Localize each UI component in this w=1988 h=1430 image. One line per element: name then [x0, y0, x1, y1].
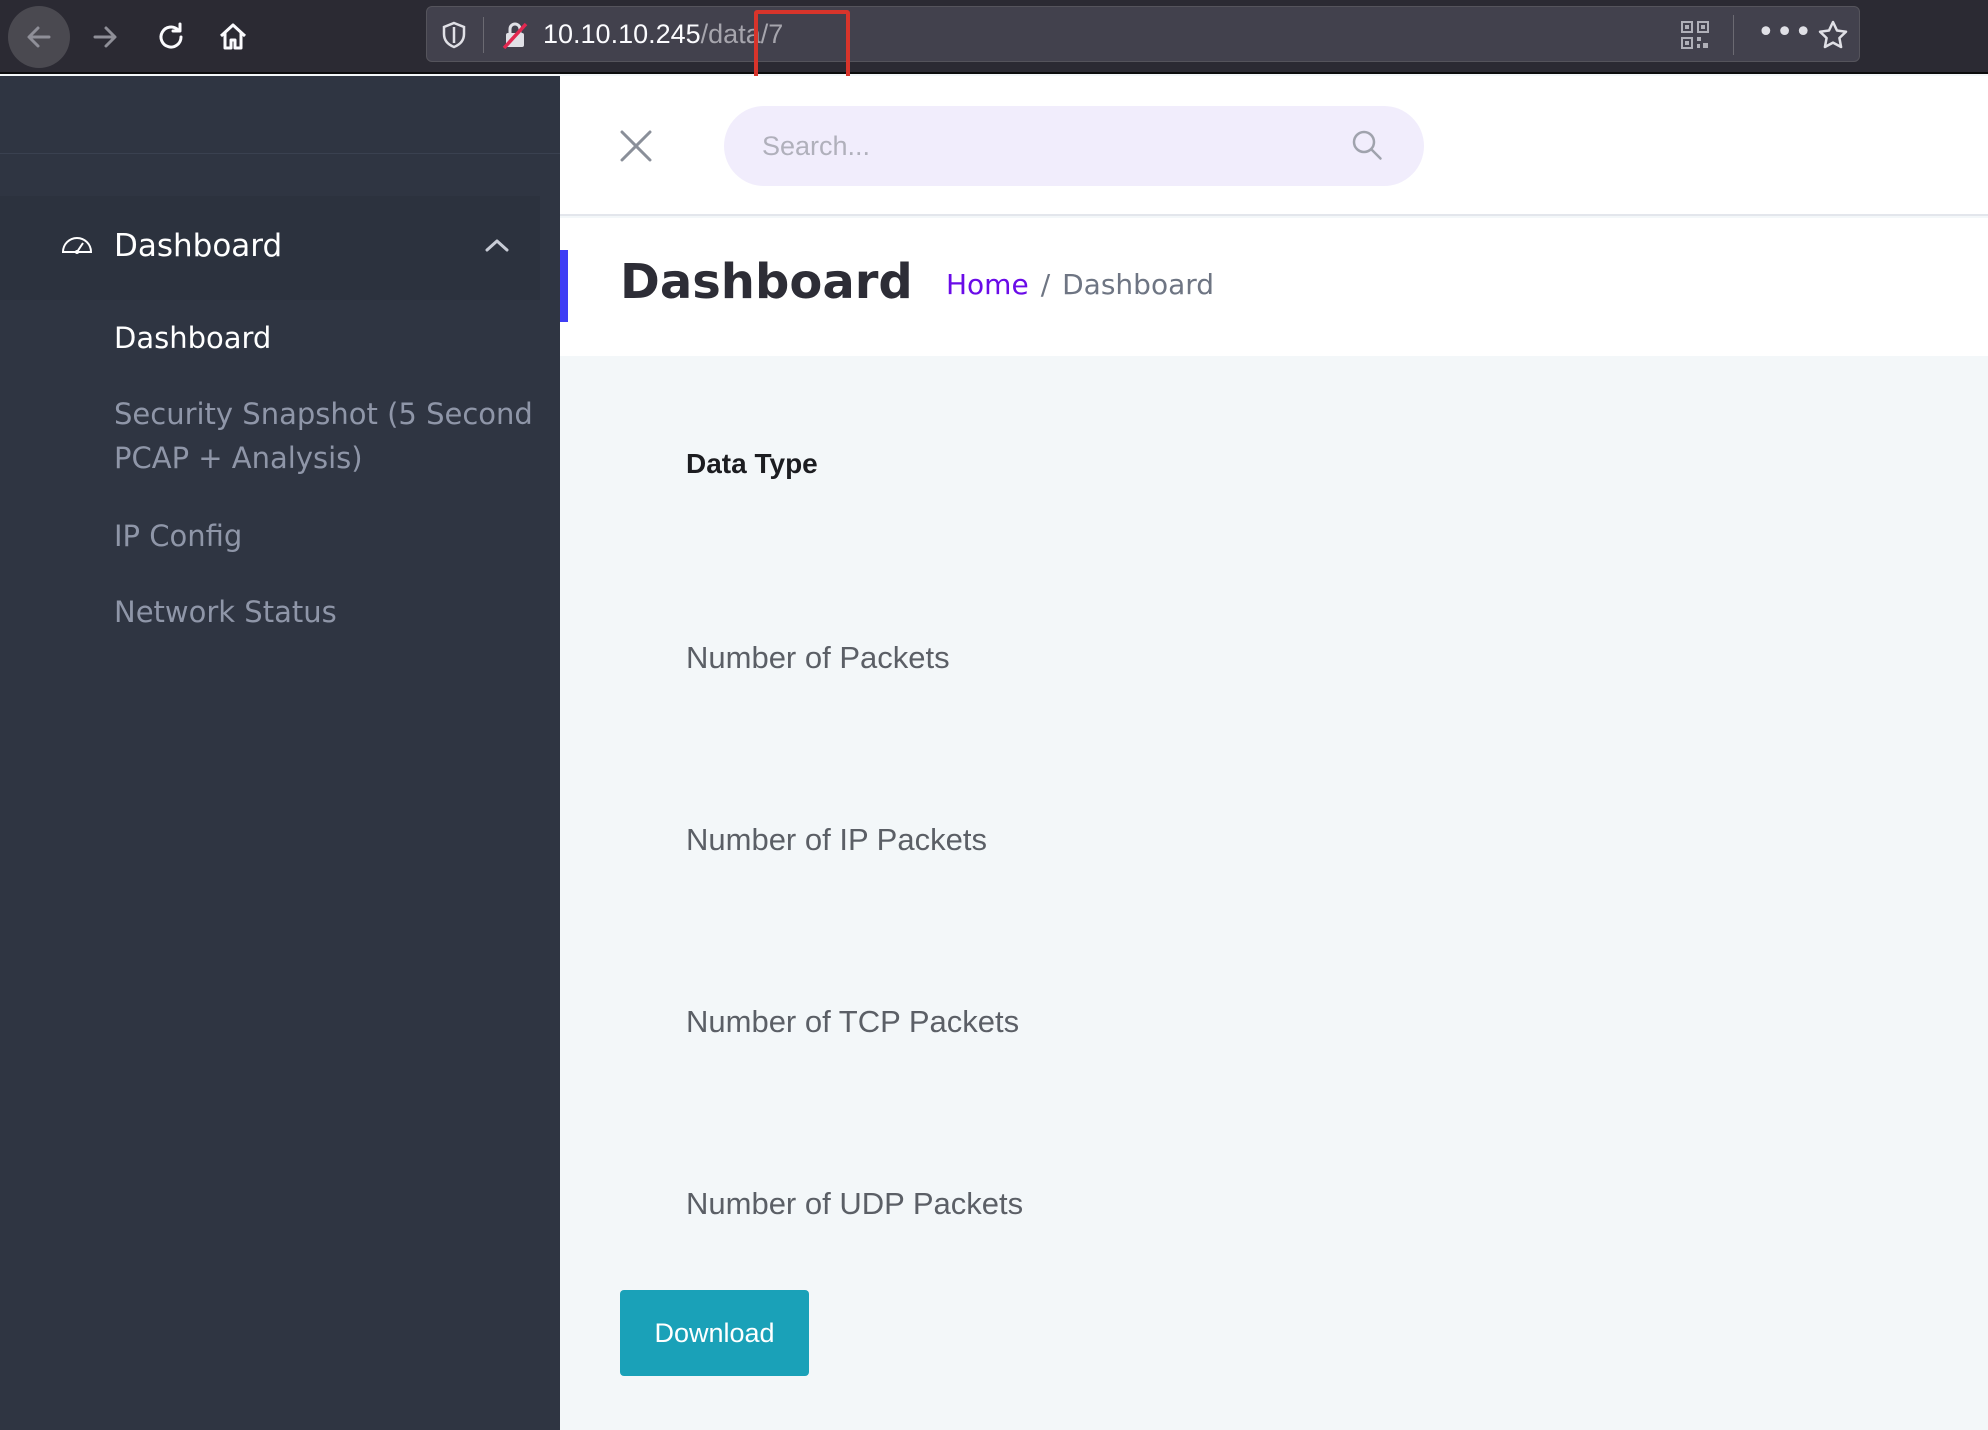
back-button[interactable]: [8, 6, 70, 68]
arrow-right-icon: [93, 26, 117, 48]
breadcrumb-home-link[interactable]: Home: [946, 268, 1029, 301]
home-icon: [219, 23, 247, 50]
url-host: 10.10.10.245: [543, 19, 701, 49]
shield-icon: [442, 21, 466, 49]
top-header: [560, 76, 1988, 216]
home-button[interactable]: [202, 6, 264, 68]
title-accent-bar: [560, 250, 568, 322]
download-button[interactable]: Download: [620, 1290, 809, 1376]
search-box: [724, 106, 1424, 186]
sidebar-group-dashboard[interactable]: Dashboard: [0, 196, 540, 300]
row-label-packets: Number of Packets: [686, 640, 950, 675]
breadcrumb: Home / Dashboard: [946, 268, 1214, 301]
breadcrumb-separator: /: [1040, 268, 1051, 301]
row-label-ip-packets: Number of IP Packets: [686, 822, 987, 857]
breadcrumb-current: Dashboard: [1062, 268, 1215, 301]
url-text: 10.10.10.245/data/7: [543, 19, 783, 50]
sidebar-logo-area: [0, 76, 560, 154]
search-icon[interactable]: [1350, 128, 1384, 162]
search-input[interactable]: [762, 128, 1342, 164]
more-options-icon[interactable]: •••: [1757, 15, 1813, 50]
reload-icon: [159, 22, 183, 49]
data-type-header: Data Type: [686, 448, 818, 479]
qr-code-icon[interactable]: [1679, 19, 1711, 51]
chevron-up-icon[interactable]: [484, 236, 510, 254]
close-icon[interactable]: [616, 126, 656, 166]
sidebar: Dashboard Dashboard Security Snapshot (5…: [0, 76, 560, 1430]
url-divider-right: [1733, 15, 1734, 55]
sidebar-item-security-snapshot[interactable]: Security Snapshot (5 Second PCAP + Analy…: [114, 392, 534, 480]
sidebar-item-dashboard[interactable]: Dashboard: [114, 316, 271, 360]
address-bar[interactable]: 10.10.10.245/data/7 •••: [426, 6, 1860, 62]
speedometer-icon: [61, 237, 93, 254]
row-label-udp-packets: Number of UDP Packets: [686, 1186, 1024, 1221]
row-label-tcp-packets: Number of TCP Packets: [686, 1004, 1020, 1039]
insecure-lock-icon: [502, 22, 528, 50]
page-header: Dashboard Home / Dashboard: [560, 218, 1988, 356]
browser-toolbar: 10.10.10.245/data/7 •••: [0, 0, 1988, 84]
url-divider: [483, 17, 484, 53]
sidebar-group-title: Dashboard: [114, 228, 283, 264]
bookmark-star-icon[interactable]: [1817, 19, 1849, 51]
sidebar-item-ip-config[interactable]: IP Config: [114, 514, 242, 558]
arrow-left-icon: [27, 26, 51, 48]
forward-button[interactable]: [74, 6, 136, 68]
sidebar-item-network-status[interactable]: Network Status: [114, 590, 337, 634]
reload-button[interactable]: [140, 6, 202, 68]
page-title: Dashboard: [620, 254, 913, 310]
url-highlight-box: [754, 10, 850, 84]
